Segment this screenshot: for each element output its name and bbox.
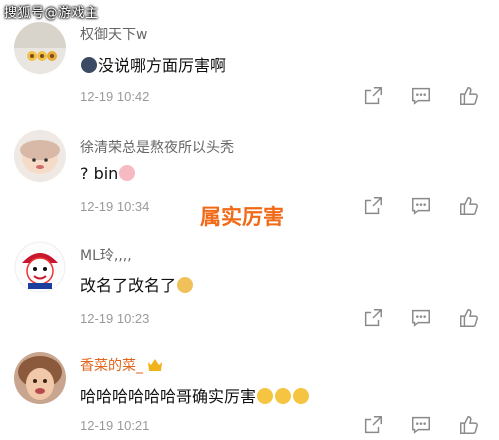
comment-author[interactable]: 香菜的菜_ bbox=[80, 355, 163, 375]
comment-actions bbox=[358, 307, 488, 331]
comment-author[interactable]: 徐清荣总是熬夜所以头秃 bbox=[80, 137, 234, 157]
like-icon[interactable] bbox=[458, 85, 482, 109]
comment-time: 12-19 10:23 bbox=[80, 311, 150, 326]
share-icon[interactable] bbox=[362, 85, 386, 109]
crying-laugh-emoji-icon bbox=[275, 388, 292, 404]
comment-text: 哈哈哈哈哈哈哥确实厉害 bbox=[80, 383, 310, 407]
share-icon[interactable] bbox=[362, 195, 386, 219]
comment-text: 改名了改名了 bbox=[80, 272, 194, 296]
avatar[interactable] bbox=[14, 241, 66, 293]
comment-text-content: 没说哪方面厉害啊 bbox=[98, 56, 227, 75]
avatar[interactable] bbox=[14, 130, 66, 182]
comment-actions bbox=[358, 85, 488, 109]
avatar[interactable] bbox=[14, 22, 66, 74]
comment-icon[interactable] bbox=[410, 414, 434, 438]
like-icon[interactable] bbox=[458, 414, 482, 438]
like-icon[interactable] bbox=[458, 195, 482, 219]
comment-author[interactable]: 权御天下w bbox=[80, 24, 147, 44]
comment-time: 12-19 10:42 bbox=[80, 89, 150, 104]
pig-emoji-icon bbox=[119, 165, 136, 181]
comment-author[interactable]: ML玲,,,, bbox=[80, 245, 132, 265]
comment-actions bbox=[358, 414, 488, 438]
avatar[interactable] bbox=[14, 352, 66, 404]
comment-actions bbox=[358, 195, 488, 219]
like-icon[interactable] bbox=[458, 307, 482, 331]
crying-laugh-emoji-icon bbox=[293, 388, 310, 404]
doge-emoji-icon bbox=[177, 277, 194, 293]
comment-time: 12-19 10:34 bbox=[80, 199, 150, 214]
crown-badge-icon bbox=[147, 358, 163, 372]
comment-text-content: ? bin bbox=[80, 164, 119, 183]
comment-icon[interactable] bbox=[410, 195, 434, 219]
emoji-icon bbox=[81, 57, 97, 73]
comment-text-content: 哈哈哈哈哈哈哥确实厉害 bbox=[80, 387, 257, 406]
watermark: 搜狐号@游戏主 bbox=[4, 6, 99, 21]
share-icon[interactable] bbox=[362, 414, 386, 438]
overlay-caption: 属实厉害 bbox=[200, 205, 284, 229]
crying-laugh-emoji-icon bbox=[257, 388, 274, 404]
comment-text-content: 改名了改名了 bbox=[80, 276, 177, 295]
share-icon[interactable] bbox=[362, 307, 386, 331]
comment-icon[interactable] bbox=[410, 85, 434, 109]
comment-author-name: 香菜的菜_ bbox=[80, 358, 143, 374]
comment-time: 12-19 10:21 bbox=[80, 418, 150, 433]
comment-text: 没说哪方面厉害啊 bbox=[80, 52, 226, 76]
comment-text: ? bin bbox=[80, 164, 136, 183]
comment-icon[interactable] bbox=[410, 307, 434, 331]
